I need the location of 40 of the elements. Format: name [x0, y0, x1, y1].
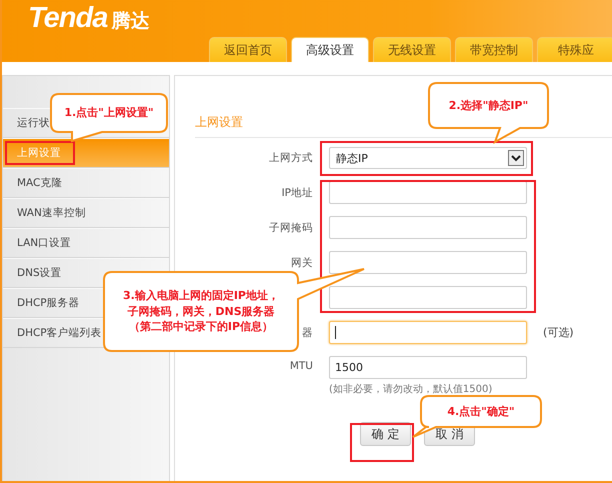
- callout-text: 3.输入电脑上网的固定IP地址，: [123, 288, 279, 304]
- sidebar-item[interactable]: DNS设置: [17, 266, 62, 280]
- field-label: 上网方式: [269, 151, 313, 165]
- input-field[interactable]: 1500: [329, 356, 527, 379]
- sidebar-item[interactable]: DHCP服务器: [17, 296, 80, 310]
- input-field[interactable]: [329, 286, 527, 309]
- hint-text: (如非必要，请勿改动，默认值1500): [329, 382, 494, 396]
- callout-text: 4.点击"确定": [447, 404, 515, 420]
- callout-text: 子网掩码，网关，DNS服务器: [127, 304, 275, 320]
- input-field[interactable]: [329, 321, 527, 344]
- highlight-frame: [350, 423, 414, 462]
- field-label: 子网掩码: [269, 220, 313, 234]
- sidebar-item[interactable]: LAN口设置: [17, 236, 72, 250]
- input-field[interactable]: [329, 181, 527, 204]
- highlight-frame: [5, 141, 75, 165]
- nav-tab[interactable]: 高级设置: [291, 37, 369, 62]
- callout-text: 2.选择"静态IP": [448, 98, 528, 114]
- callout-text: 1.点击"上网设置": [64, 105, 154, 121]
- input-field[interactable]: [329, 251, 527, 274]
- sidebar-item[interactable]: MAC克隆: [17, 176, 62, 190]
- field-label: IP地址: [282, 186, 313, 200]
- brand-name: 腾达: [111, 9, 150, 34]
- brand-logo: Tenda: [28, 2, 108, 35]
- field-label: 网关: [291, 256, 313, 270]
- input-field[interactable]: [329, 216, 527, 239]
- sidebar-item[interactable]: DHCP客户端列表: [17, 326, 102, 340]
- field-label: MTU: [290, 359, 313, 372]
- confirm-button[interactable]: 确 定: [360, 422, 411, 446]
- sidebar-item[interactable]: WAN速率控制: [17, 206, 86, 220]
- nav-tab[interactable]: 返回首页: [209, 37, 287, 62]
- field-label: 器: [302, 326, 313, 340]
- nav-tab[interactable]: 带宽控制: [455, 37, 533, 62]
- chevron-down-icon: [508, 150, 524, 166]
- dropdown[interactable]: 静态IP: [329, 147, 527, 169]
- optional-note: (可选): [543, 325, 575, 340]
- nav-tab[interactable]: 特殊应: [537, 37, 612, 62]
- callout-text: （第二部中记录下的IP信息）: [128, 319, 274, 336]
- text-cursor: [335, 326, 336, 339]
- nav-tab[interactable]: 无线设置: [373, 37, 451, 62]
- sidebar-item[interactable]: 运行状: [17, 116, 50, 130]
